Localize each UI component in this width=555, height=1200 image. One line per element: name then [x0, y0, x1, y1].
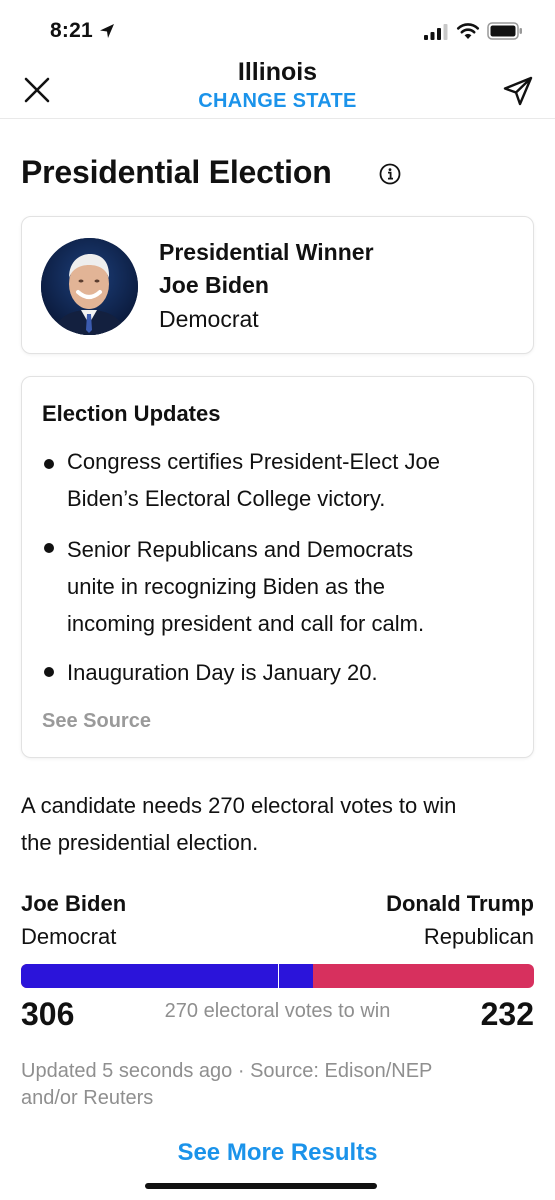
page-title: Illinois [237, 58, 318, 86]
win-threshold-marker [278, 964, 280, 988]
electoral-explanation: A candidate needs 270 electoral votes to… [21, 787, 541, 861]
updated-time: Updated 5 seconds ago [21, 1060, 233, 1082]
winner-card: Presidential Winner Joe Biden Democrat [21, 216, 534, 354]
info-icon[interactable] [379, 163, 401, 185]
bullet-icon [44, 543, 54, 553]
share-icon[interactable] [502, 75, 534, 107]
source-text-continued: and/or Reuters [21, 1087, 154, 1109]
election-updates-card: Election Updates Congress certifies Pres… [21, 376, 534, 758]
header: Illinois CHANGE STATE [0, 55, 555, 119]
status-time: 8:21 [50, 19, 93, 42]
winner-photo [41, 238, 138, 335]
winner-heading: Presidential Winner [159, 239, 374, 265]
update-item: Senior Republicans and Democrats unite i… [67, 531, 517, 642]
candidate-right-name: Donald Trump [386, 891, 534, 916]
battery-icon [487, 22, 522, 40]
see-source-link[interactable]: See Source [42, 710, 151, 733]
see-more-results-button[interactable]: See More Results [0, 1139, 555, 1167]
candidate-left-name: Joe Biden [21, 891, 127, 916]
update-line: Biden’s Electoral College victory. [67, 486, 386, 511]
candidate-right-party: Republican [423, 924, 534, 949]
update-line: unite in recognizing Biden as the [67, 574, 385, 599]
update-line: Congress certifies President-Elect Joe [67, 449, 440, 474]
winner-name: Joe Biden [159, 272, 269, 298]
explanation-line: the presidential election. [21, 830, 259, 855]
update-line: incoming president and call for calm. [67, 611, 425, 636]
candidate-right-votes: 232 [480, 996, 534, 1032]
home-indicator [145, 1183, 377, 1189]
candidate-left-party: Democrat [21, 924, 117, 949]
explanation-line: A candidate needs 270 electoral votes to… [21, 793, 457, 818]
separator-dot: · [237, 1060, 251, 1082]
section-title: Presidential Election [21, 154, 332, 190]
winner-party: Democrat [159, 306, 259, 332]
source-text: Source: Edison/NEP [250, 1060, 433, 1082]
update-line: Senior Republicans and Democrats [67, 537, 414, 562]
votes-to-win-label: 270 electoral votes to win [164, 1000, 391, 1022]
status-bar: 8:21 [0, 0, 555, 60]
bullet-icon [44, 459, 54, 469]
signal-icon [424, 24, 448, 40]
location-arrow-icon [100, 24, 114, 38]
bullet-icon [44, 667, 54, 677]
updates-title: Election Updates [42, 401, 221, 426]
update-line: Inauguration Day is January 20. [67, 660, 378, 685]
update-item: Inauguration Day is January 20. [67, 654, 517, 691]
avatar [41, 238, 138, 335]
change-state-button[interactable]: CHANGE STATE [0, 90, 555, 113]
democrat-bar-segment [21, 964, 313, 988]
update-item: Congress certifies President-Elect Joe B… [67, 443, 517, 517]
wifi-icon [456, 23, 480, 39]
electoral-vote-bar [21, 964, 534, 988]
update-status: Updated 5 seconds ago · Source: Edison/N… [21, 1058, 541, 1112]
